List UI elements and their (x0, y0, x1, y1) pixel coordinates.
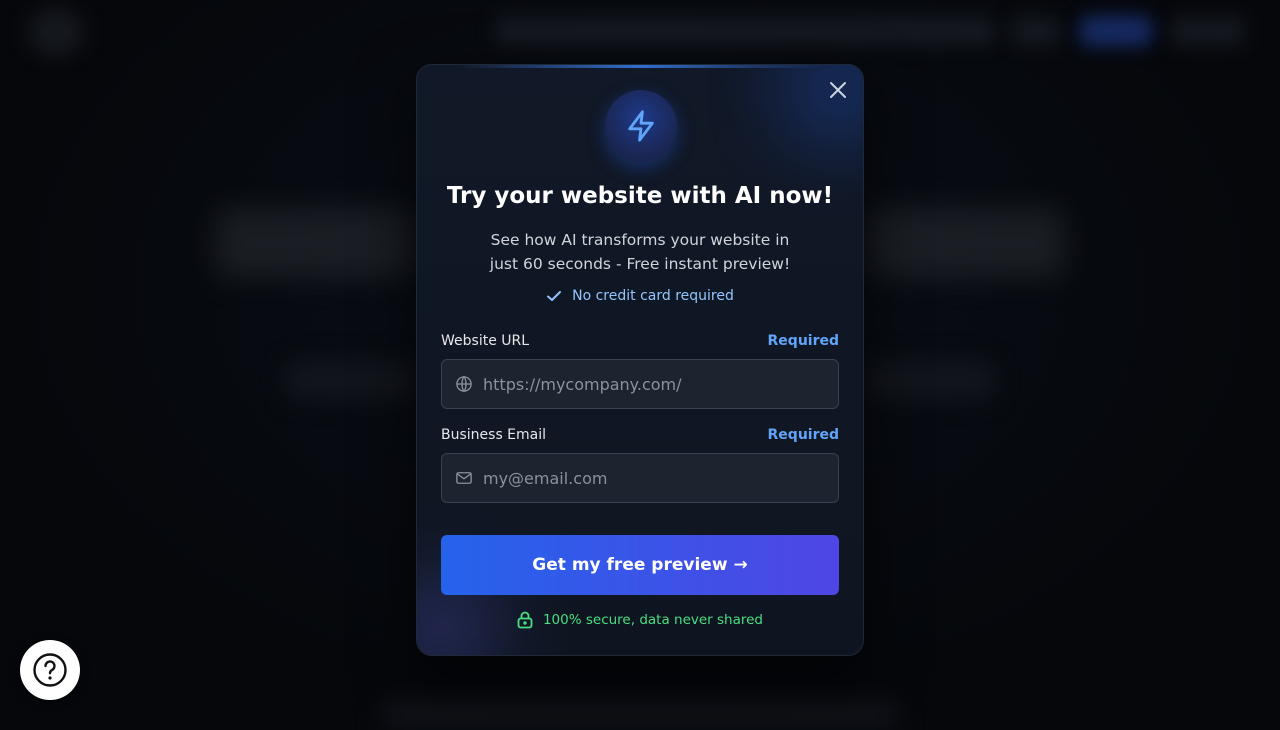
blurred-logo (28, 8, 84, 56)
no-credit-card-text: No credit card required (572, 288, 734, 304)
lock-icon (517, 611, 533, 629)
help-circle-icon (32, 652, 68, 688)
blurred-subtext-right (865, 360, 995, 400)
website-url-field[interactable] (441, 359, 839, 409)
preview-signup-modal: Try your website with AI now! See how AI… (416, 64, 864, 656)
no-credit-card-note: No credit card required (417, 288, 863, 304)
blurred-headline-right (865, 208, 1065, 278)
business-email-label-row: Business Email Required (441, 427, 839, 443)
get-free-preview-button[interactable]: Get my free preview → (441, 535, 839, 595)
modal-title: Try your website with AI now! (417, 183, 863, 209)
help-button[interactable] (20, 640, 80, 700)
business-email-field[interactable] (441, 453, 839, 503)
close-icon (829, 81, 847, 99)
globe-icon (455, 375, 473, 393)
check-icon (546, 288, 562, 304)
secure-note: 100% secure, data never shared (417, 611, 863, 629)
header-badge (605, 90, 677, 162)
blurred-headline-left (215, 208, 415, 278)
website-url-label-row: Website URL Required (441, 333, 839, 349)
secure-note-text: 100% secure, data never shared (543, 612, 763, 628)
blurred-nav-button (1010, 16, 1060, 46)
modal-top-accent (457, 65, 823, 68)
business-email-input[interactable] (483, 469, 813, 488)
close-button[interactable] (827, 79, 849, 101)
lightning-bolt-icon (624, 109, 658, 143)
blurred-subtext-left (285, 360, 415, 400)
blurred-nav-login (1170, 16, 1245, 46)
modal-glow-top-right (783, 64, 864, 145)
blurred-nav-links (495, 16, 995, 46)
website-url-input[interactable] (483, 375, 813, 394)
business-email-required-badge: Required (768, 427, 839, 443)
website-url-label: Website URL (441, 333, 529, 349)
website-url-required-badge: Required (768, 333, 839, 349)
blurred-nav-cta (1080, 16, 1152, 46)
blurred-footer-text (380, 700, 900, 730)
business-email-label: Business Email (441, 427, 546, 443)
modal-subtitle: See how AI transforms your website in ju… (477, 228, 803, 276)
mail-icon (455, 469, 473, 487)
